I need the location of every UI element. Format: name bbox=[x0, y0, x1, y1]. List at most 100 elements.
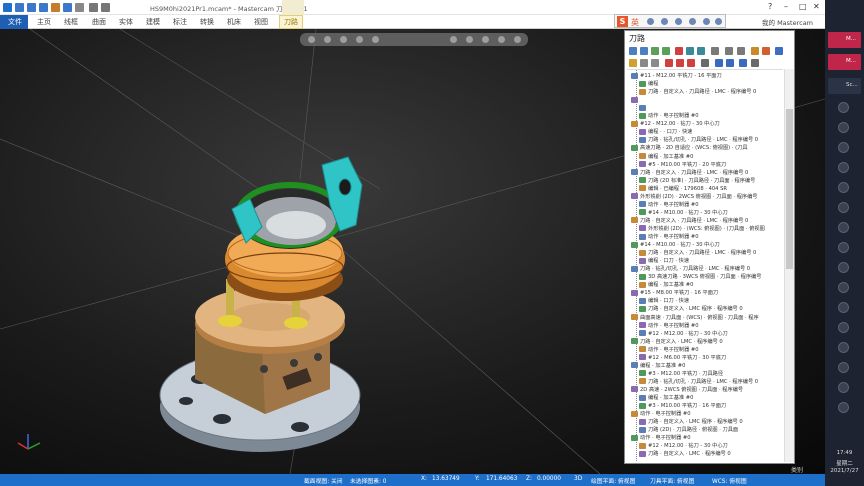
single-display-icon[interactable] bbox=[715, 59, 723, 67]
taskbar-app-screen[interactable]: Sc... bbox=[828, 78, 861, 94]
minimize-icon[interactable]: – bbox=[784, 2, 788, 11]
tree-row[interactable]: #12 - M12.00 · 钻刀 - 30 中心刀 bbox=[631, 120, 720, 128]
display-tool-icon[interactable] bbox=[726, 59, 734, 67]
help-panel-icon[interactable] bbox=[775, 47, 783, 55]
tab-model-prep[interactable]: 建模 bbox=[146, 17, 160, 27]
open-file-icon[interactable] bbox=[27, 3, 36, 12]
mic-icon[interactable] bbox=[661, 18, 668, 25]
taskbar-icon-10[interactable] bbox=[838, 282, 849, 293]
skin-icon[interactable] bbox=[689, 18, 696, 25]
operations-tree[interactable]: #11 - M12.00 平铣刀 - 16 平面刀 编程 刀路 · 自定义入 · 刀… bbox=[627, 69, 783, 462]
tree-row[interactable]: 编程 · 加工基准 #0 bbox=[639, 394, 693, 402]
taskbar-icon-16[interactable] bbox=[838, 402, 849, 413]
collapse-icon[interactable] bbox=[651, 59, 659, 67]
tab-toolpaths[interactable]: 刀路 bbox=[279, 15, 303, 29]
taskbar-icon-5[interactable] bbox=[838, 182, 849, 193]
tree-row[interactable]: #12 - M12.00 · 钻刀 - 30 中心刀 bbox=[639, 442, 728, 450]
taskbar-icon-14[interactable] bbox=[838, 362, 849, 373]
folder-icon[interactable] bbox=[51, 3, 60, 12]
tree-row[interactable]: #5 - M10.00 平铣刀 · 20 平底刀 bbox=[639, 161, 726, 169]
select-icon[interactable] bbox=[450, 36, 457, 43]
taskbar-app-mastercam-1[interactable]: M... bbox=[828, 32, 861, 48]
tree-row[interactable]: 刀路 (2D 标准) · 刀具路径 · 刀具面 · 程序编号 bbox=[639, 177, 755, 185]
tree-row[interactable] bbox=[639, 104, 648, 112]
tree-row[interactable]: 高速刀路 · 2D 自适应 · (WCS: 俯视图) · (刀具 bbox=[631, 144, 748, 152]
taskbar-icon-15[interactable] bbox=[838, 382, 849, 393]
toggle-display-icon[interactable] bbox=[725, 47, 733, 55]
section-view-status[interactable]: 截面视图: 关闭 bbox=[304, 476, 343, 485]
tab-transform[interactable]: 转换 bbox=[200, 17, 214, 27]
print-icon[interactable] bbox=[75, 3, 84, 12]
tab-file[interactable]: 文件 bbox=[0, 15, 28, 29]
toggle-post-icon[interactable] bbox=[737, 47, 745, 55]
tree-row[interactable]: 编辑 · 口刀 · 快速 bbox=[639, 297, 689, 305]
tree-row[interactable]: 刀路 (2D) · 刀具路径 · 俯视图 · 刀具面 bbox=[639, 426, 738, 434]
taskbar-icon-6[interactable] bbox=[838, 202, 849, 213]
clock-time[interactable]: 17:49 bbox=[825, 450, 864, 456]
pan-icon[interactable] bbox=[356, 36, 363, 43]
save-icon[interactable] bbox=[39, 3, 48, 12]
tree-row[interactable]: 刀路 · 自定义入 · 刀具路径 · LMC · 程序编号 0 bbox=[631, 169, 748, 177]
tree-row[interactable]: 刀路 · 自定义入 · LMC 程序 · 程序编号 0 bbox=[639, 418, 743, 426]
panel-footer-label[interactable]: 类别 bbox=[791, 465, 803, 474]
tree-row[interactable]: 刀路 · 自定义入 · LMC · 程序编号 0 bbox=[639, 450, 731, 458]
delete-icon[interactable] bbox=[762, 47, 770, 55]
tree-scrollbar[interactable] bbox=[784, 69, 794, 462]
taskbar-icon-4[interactable] bbox=[838, 162, 849, 173]
simulate-icon[interactable] bbox=[697, 47, 705, 55]
tree-row[interactable]: #3 - M12.00 平铣刀 · 刀具路径 bbox=[639, 370, 723, 378]
tree-row[interactable]: 刀路 · 钻孔/切孔 · 刀具路径 · LMC · 程序编号 0 bbox=[639, 136, 758, 144]
more-icon[interactable] bbox=[514, 36, 521, 43]
move-down-icon[interactable] bbox=[665, 59, 673, 67]
taskbar-app-mastercam-2[interactable]: M... bbox=[828, 54, 861, 70]
tool-plane[interactable]: 刀具平面: 俯视图 bbox=[650, 476, 694, 485]
settings-icon[interactable] bbox=[498, 36, 505, 43]
taskbar-icon-2[interactable] bbox=[838, 122, 849, 133]
tree-row[interactable]: #12 - M6.00 平铣刀 · 30 平底刀 bbox=[639, 354, 726, 362]
tree-row[interactable]: 刀路 · 自定义入 · LMC 程序 · 程序编号 0 bbox=[639, 305, 743, 313]
login-link[interactable]: 我的 Mastercam bbox=[762, 17, 813, 27]
tab-surfaces[interactable]: 曲面 bbox=[92, 17, 106, 27]
taskbar-icon-8[interactable] bbox=[838, 242, 849, 253]
taskbar-icon-7[interactable] bbox=[838, 222, 849, 233]
tree-row[interactable]: 外形铣削 (2D) · (WCS: 俯视图) · (刀具面 · 俯视图 bbox=[639, 225, 765, 233]
regenerate-icon[interactable] bbox=[651, 47, 659, 55]
save-as-icon[interactable] bbox=[63, 3, 72, 12]
zoom-icon[interactable] bbox=[308, 36, 315, 43]
tree-row[interactable]: 刀路 · 自定义入 · 刀具路径 · LMC · 程序编号 0 bbox=[639, 88, 756, 96]
tree-row[interactable]: 编程 · 加工基准 #0 bbox=[639, 281, 693, 289]
tree-row[interactable]: #14 - M10.00 · 钻刀 - 30 中心刀 bbox=[631, 241, 720, 249]
fit-icon[interactable] bbox=[324, 36, 331, 43]
toolbox-icon[interactable] bbox=[703, 18, 710, 25]
ime-language[interactable]: 英 bbox=[631, 17, 639, 28]
backplot-icon[interactable] bbox=[675, 47, 683, 55]
help-icon[interactable]: ? bbox=[768, 2, 772, 11]
taskbar-icon-9[interactable] bbox=[838, 262, 849, 273]
tree-row[interactable]: 动作 · 电子控制器 #0 bbox=[639, 346, 699, 354]
tree-row[interactable]: #11 - M12.00 平铣刀 - 16 平面刀 bbox=[631, 72, 722, 80]
display-stock-icon[interactable] bbox=[739, 59, 747, 67]
select-invalid-icon[interactable] bbox=[640, 47, 648, 55]
taskbar-icon-13[interactable] bbox=[838, 342, 849, 353]
tree-row[interactable]: 刀路 · 钻孔/切孔 · 刀具路径 · LMC · 程序编号 0 bbox=[639, 378, 758, 386]
tree-row[interactable]: 动作 · 电子控制器 #0 bbox=[639, 112, 699, 120]
tab-machine[interactable]: 机床 bbox=[227, 17, 241, 27]
move-up-icon[interactable] bbox=[676, 59, 684, 67]
tree-row[interactable]: 编程 · 加工基准 #0 bbox=[631, 362, 685, 370]
post-icon[interactable] bbox=[711, 47, 719, 55]
tab-view[interactable]: 视图 bbox=[254, 17, 268, 27]
redo-icon[interactable] bbox=[101, 3, 110, 12]
filter-icon[interactable] bbox=[466, 36, 473, 43]
mode-3d[interactable]: 3D bbox=[574, 476, 582, 482]
insert-arrow-icon[interactable] bbox=[687, 59, 695, 67]
tree-row[interactable]: 动作 · 电子控制器 #0 bbox=[631, 434, 691, 442]
tab-solids[interactable]: 实体 bbox=[119, 17, 133, 27]
tab-wireframe[interactable]: 线框 bbox=[64, 17, 78, 27]
rotate-icon[interactable] bbox=[340, 36, 347, 43]
tree-row[interactable]: 刀路 · 自定义入 · 刀具路径 · LMC · 程序编号 0 bbox=[631, 217, 748, 225]
highfeed-icon[interactable] bbox=[751, 47, 759, 55]
tree-row[interactable]: 2D 高速 · 2WCS 俯视图 · 刀具面 · 程序编号 bbox=[631, 386, 743, 394]
lock-icon[interactable] bbox=[629, 59, 637, 67]
tree-row[interactable]: 动作 · 电子控制器 #0 bbox=[631, 410, 691, 418]
tab-drafting[interactable]: 标注 bbox=[173, 17, 187, 27]
